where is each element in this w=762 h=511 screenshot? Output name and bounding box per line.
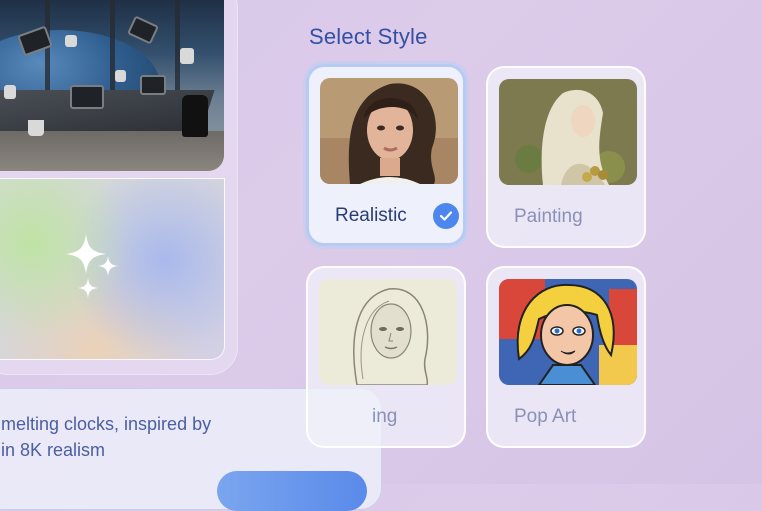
check-icon <box>433 203 459 229</box>
pop-art-thumbnail <box>499 279 637 385</box>
painting-thumbnail <box>499 79 637 185</box>
generate-placeholder-card[interactable] <box>0 178 225 360</box>
select-style-title: Select Style <box>309 24 428 49</box>
style-label-pop-art: Pop Art <box>514 406 577 427</box>
prompt-line-2: in 8K realism <box>1 440 106 460</box>
style-label-realistic: Realistic <box>335 205 407 226</box>
style-option-sketch[interactable]: ing <box>306 266 466 448</box>
space-office-preview-image <box>0 0 224 171</box>
style-option-pop-art[interactable]: Pop Art <box>486 266 646 448</box>
generate-button[interactable] <box>217 471 367 511</box>
style-option-painting[interactable]: Painting <box>486 66 646 248</box>
style-label-sketch: ing <box>372 406 398 427</box>
style-option-realistic[interactable]: Realistic <box>306 64 466 246</box>
sparkle-icon <box>66 234 118 298</box>
realistic-thumbnail <box>320 78 458 184</box>
style-label-painting: Painting <box>514 206 583 227</box>
sketch-thumbnail <box>319 279 457 385</box>
